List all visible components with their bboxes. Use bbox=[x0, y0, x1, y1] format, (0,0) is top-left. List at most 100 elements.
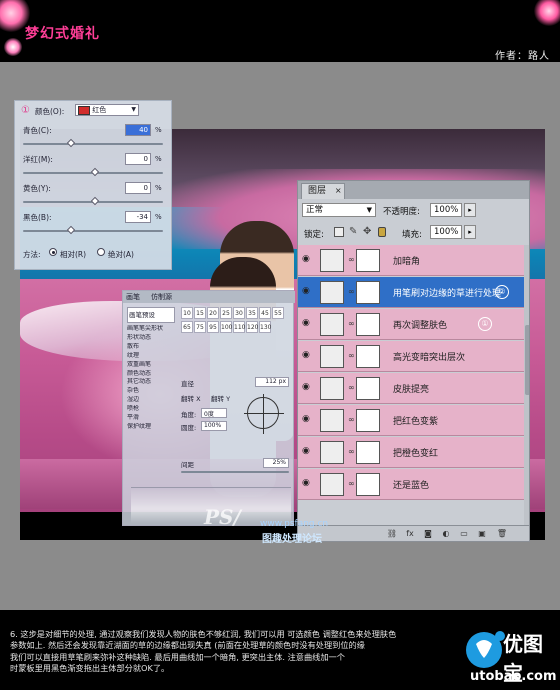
layer-mask-thumbnail[interactable] bbox=[356, 249, 380, 272]
brush-option-item[interactable]: 画笔笔尖形状 bbox=[127, 325, 177, 334]
close-icon[interactable]: × bbox=[335, 186, 342, 195]
brush-tip[interactable]: 120 bbox=[246, 321, 258, 333]
diameter-input[interactable]: 112 px bbox=[255, 377, 289, 387]
colors-select[interactable]: 红色 ▼ bbox=[75, 104, 139, 116]
opacity-input[interactable]: 100% bbox=[430, 203, 462, 217]
layer-row[interactable]: ◉ ∞ 再次调整肤色 ① bbox=[298, 309, 529, 340]
brush-tip[interactable]: 130 bbox=[259, 321, 271, 333]
brush-option-item[interactable]: 形状动态 bbox=[127, 334, 177, 343]
layer-style-icon[interactable]: fx bbox=[404, 529, 416, 540]
eye-icon[interactable]: ◉ bbox=[302, 446, 312, 456]
tab-clone-source[interactable]: 仿制源 bbox=[151, 292, 172, 302]
flip-x-label[interactable]: 翻转 X bbox=[181, 393, 201, 403]
layer-row[interactable]: ◉ ∞ 加暗角 bbox=[298, 245, 529, 276]
black-input[interactable]: -34 bbox=[125, 211, 151, 223]
lock-transparent-icon[interactable] bbox=[334, 227, 344, 237]
brush-tip[interactable]: 75 bbox=[194, 321, 206, 333]
brush-tip[interactable]: 10 bbox=[181, 307, 193, 319]
brush-tip[interactable]: 110 bbox=[233, 321, 245, 333]
eye-icon[interactable]: ◉ bbox=[302, 478, 312, 488]
lock-paint-icon[interactable]: ✎ bbox=[349, 226, 357, 237]
layers-scrollbar[interactable] bbox=[524, 245, 529, 525]
layer-mask-thumbnail[interactable] bbox=[356, 409, 380, 432]
brush-option-item[interactable]: 平滑 bbox=[127, 414, 177, 423]
layer-row[interactable]: ◉ ∞ 用笔刷对边缘的草进行处理 ② bbox=[298, 277, 529, 308]
adjustment-layer-icon[interactable]: ◐ bbox=[440, 529, 452, 540]
layers-scroll-thumb[interactable] bbox=[525, 325, 529, 395]
layer-row[interactable]: ◉ ∞ 高光变暗突出层次 bbox=[298, 341, 529, 372]
flower-decoration-right bbox=[534, 0, 560, 26]
brush-option-item[interactable]: 双重画笔 bbox=[127, 361, 177, 370]
brush-tip[interactable]: 35 bbox=[246, 307, 258, 319]
magenta-input[interactable]: 0 bbox=[125, 153, 151, 165]
brush-tip[interactable]: 55 bbox=[272, 307, 284, 319]
absolute-radio[interactable] bbox=[97, 248, 105, 256]
yellow-input[interactable]: 0 bbox=[125, 182, 151, 194]
black-slider-thumb[interactable] bbox=[66, 225, 76, 235]
brush-option-item[interactable]: 纹理 bbox=[127, 352, 177, 361]
tab-layers[interactable]: 图层 × bbox=[301, 183, 345, 199]
eye-icon[interactable]: ◉ bbox=[302, 286, 312, 296]
link-layers-icon[interactable]: ⛓ bbox=[386, 529, 398, 540]
trash-icon[interactable]: 🗑 bbox=[496, 529, 508, 540]
fill-input[interactable]: 100% bbox=[430, 225, 462, 239]
opacity-arrow-icon[interactable]: ▸ bbox=[464, 203, 476, 217]
brush-tip[interactable]: 95 bbox=[207, 321, 219, 333]
eye-icon[interactable]: ◉ bbox=[302, 414, 312, 424]
brush-presets-button[interactable]: 画笔预设 bbox=[127, 307, 175, 323]
brush-option-item[interactable]: 散布 bbox=[127, 343, 177, 352]
new-layer-icon[interactable]: ▣ bbox=[476, 529, 488, 540]
brush-tip[interactable]: 45 bbox=[259, 307, 271, 319]
add-mask-icon[interactable]: ◙ bbox=[422, 529, 434, 540]
brush-tip[interactable]: 30 bbox=[233, 307, 245, 319]
eye-icon[interactable]: ◉ bbox=[302, 350, 312, 360]
cyan-input[interactable]: 40 bbox=[125, 124, 151, 136]
brush-option-item[interactable]: 杂色 bbox=[127, 387, 177, 396]
brush-tip[interactable]: 20 bbox=[207, 307, 219, 319]
magenta-slider-thumb[interactable] bbox=[90, 167, 100, 177]
yellow-slider-thumb[interactable] bbox=[90, 196, 100, 206]
brush-tip[interactable]: 100 bbox=[220, 321, 232, 333]
fill-arrow-icon[interactable]: ▸ bbox=[464, 225, 476, 239]
layer-mask-thumbnail[interactable] bbox=[356, 345, 380, 368]
brush-angle-preview[interactable] bbox=[244, 394, 284, 434]
brush-option-item[interactable]: 保护纹理 bbox=[127, 423, 177, 432]
layer-mask-thumbnail[interactable] bbox=[356, 281, 380, 304]
eye-icon[interactable]: ◉ bbox=[302, 254, 312, 264]
relative-radio[interactable] bbox=[49, 248, 57, 256]
layer-row[interactable]: ◉ ∞ 把红色变紫 bbox=[298, 405, 529, 436]
layer-mask-thumbnail[interactable] bbox=[356, 313, 380, 336]
brush-tip[interactable]: 65 bbox=[181, 321, 193, 333]
eye-icon[interactable]: ◉ bbox=[302, 318, 312, 328]
angle-input[interactable]: 0度 bbox=[201, 408, 227, 418]
lock-move-icon[interactable]: ✥ bbox=[363, 226, 371, 237]
cyan-slider-track[interactable] bbox=[23, 143, 163, 145]
layer-row[interactable]: ◉ ∞ 把橙色变红 bbox=[298, 437, 529, 468]
brush-tip[interactable]: 15 bbox=[194, 307, 206, 319]
lock-all-icon[interactable] bbox=[378, 227, 386, 237]
blend-mode-select[interactable]: 正常 ▼ bbox=[302, 203, 376, 217]
step-badge: ② bbox=[495, 285, 509, 299]
step-marker-1: ① bbox=[21, 105, 30, 116]
flip-y-label[interactable]: 翻转 Y bbox=[211, 393, 230, 403]
brush-option-item[interactable]: 喷枪 bbox=[127, 405, 177, 414]
brush-option-item[interactable]: 颜色动态 bbox=[127, 370, 177, 379]
layer-row[interactable]: ◉ ∞ 皮肤提亮 bbox=[298, 373, 529, 404]
brush-option-item[interactable]: 湿边 bbox=[127, 396, 177, 405]
black-slider-track[interactable] bbox=[23, 230, 163, 232]
brush-tip[interactable]: 25 bbox=[220, 307, 232, 319]
brush-option-item[interactable]: 其它动态 bbox=[127, 378, 177, 387]
relative-label: 相对(R) bbox=[60, 250, 87, 259]
layer-mask-thumbnail[interactable] bbox=[356, 377, 380, 400]
roundness-input[interactable]: 100% bbox=[201, 421, 227, 431]
spacing-input[interactable]: 25% bbox=[263, 458, 289, 468]
layer-row[interactable]: ◉ ∞ 还是蓝色 bbox=[298, 469, 529, 500]
new-group-icon[interactable]: ▭ bbox=[458, 529, 470, 540]
layer-mask-thumbnail[interactable] bbox=[356, 441, 380, 464]
link-icon: ∞ bbox=[348, 319, 355, 328]
tab-brush[interactable]: 画笔 bbox=[126, 292, 140, 302]
spacing-slider[interactable] bbox=[181, 471, 289, 473]
cyan-slider-thumb[interactable] bbox=[66, 138, 76, 148]
eye-icon[interactable]: ◉ bbox=[302, 382, 312, 392]
layer-mask-thumbnail[interactable] bbox=[356, 473, 380, 496]
